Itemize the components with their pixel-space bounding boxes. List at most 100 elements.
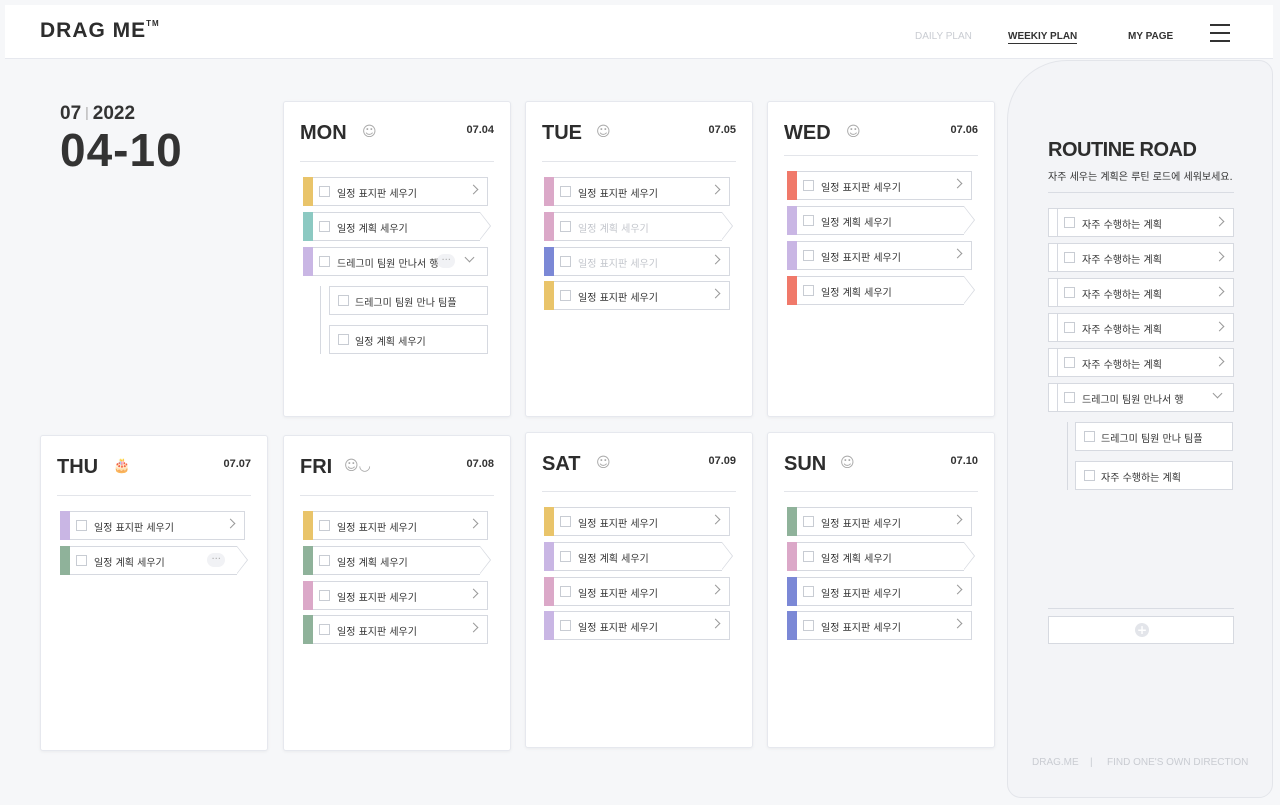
chevron-right-icon[interactable] [1214, 321, 1225, 332]
chevron-down-icon[interactable] [1212, 388, 1223, 399]
checkbox[interactable] [319, 221, 330, 232]
hamburger-menu-icon[interactable] [1210, 24, 1230, 42]
checkbox[interactable] [1064, 217, 1075, 228]
checkbox[interactable] [1064, 322, 1075, 333]
chevron-right-icon[interactable] [710, 184, 721, 195]
chevron-right-icon[interactable] [952, 248, 963, 259]
checkbox[interactable] [1064, 357, 1075, 368]
task-item[interactable]: 일정 계획 세우기 [787, 206, 975, 235]
checkbox[interactable] [803, 516, 814, 527]
task-item-expanded[interactable]: 드레그미 팀원 만나서 행 ··· [303, 247, 488, 276]
routine-item[interactable]: 자주 수행하는 계획 [1048, 243, 1234, 272]
checkbox[interactable] [560, 221, 571, 232]
subtask-item[interactable]: 드레그미 팀원 만나 팀플 [329, 286, 488, 315]
checkbox[interactable] [560, 586, 571, 597]
task-item[interactable]: 일정 표지판 세우기 [544, 507, 730, 536]
checkbox[interactable] [560, 186, 571, 197]
chevron-right-icon[interactable] [710, 254, 721, 265]
smile-emoji-icon[interactable]: ☺◡ [344, 458, 371, 474]
smile-emoji-icon[interactable]: ☺ [840, 455, 855, 471]
smile-emoji-icon[interactable]: ☺ [596, 455, 611, 471]
task-item[interactable]: 일정 표지판 세우기 [787, 171, 972, 200]
task-item[interactable]: 일정 표지판 세우기 [303, 581, 488, 610]
checkbox[interactable] [338, 295, 349, 306]
routine-item[interactable]: 자주 수행하는 계획 [1048, 278, 1234, 307]
chevron-right-icon[interactable] [468, 622, 479, 633]
checkbox[interactable] [560, 551, 571, 562]
routine-subitem[interactable]: 드레그미 팀원 만나 팀플 [1075, 422, 1233, 451]
smile-emoji-icon[interactable]: ☺ [846, 124, 861, 140]
task-item[interactable]: 일정 표지판 세우기 [303, 615, 488, 644]
nav-daily-plan[interactable]: DAILY PLAN [915, 31, 972, 42]
checkbox[interactable] [803, 285, 814, 296]
task-item[interactable]: 일정 표지판 세우기 [544, 247, 730, 276]
task-item[interactable]: 일정 표지판 세우기 [544, 281, 730, 310]
task-item[interactable]: 일정 표지판 세우기 [60, 511, 245, 540]
checkbox[interactable] [560, 290, 571, 301]
smile-emoji-icon[interactable]: ☺ [362, 124, 377, 140]
logo[interactable]: DRAG METM [40, 19, 160, 43]
task-item[interactable]: 일정 표지판 세우기 [544, 611, 730, 640]
chevron-right-icon[interactable] [1214, 216, 1225, 227]
more-dots-icon[interactable]: ··· [437, 254, 455, 268]
checkbox[interactable] [1064, 252, 1075, 263]
routine-item[interactable]: 자주 수행하는 계획 [1048, 348, 1234, 377]
chevron-right-icon[interactable] [710, 618, 721, 629]
routine-subitem[interactable]: 자주 수행하는 계획 [1075, 461, 1233, 490]
smile-emoji-icon[interactable]: ☺ [596, 124, 611, 140]
task-item[interactable]: 일정 표지판 세우기 [787, 241, 972, 270]
task-item[interactable]: 일정 계획 세우기 [544, 212, 733, 241]
chevron-right-icon[interactable] [468, 518, 479, 529]
checkbox[interactable] [1084, 431, 1095, 442]
task-item[interactable]: 일정 계획 세우기 [303, 546, 491, 575]
chevron-right-icon[interactable] [468, 184, 479, 195]
chevron-right-icon[interactable] [710, 514, 721, 525]
task-item[interactable]: 일정 표지판 세우기 [787, 507, 972, 536]
checkbox[interactable] [803, 215, 814, 226]
task-item[interactable]: 일정 계획 세우기 [303, 212, 491, 241]
checkbox[interactable] [1064, 392, 1075, 403]
checkbox[interactable] [319, 186, 330, 197]
chevron-right-icon[interactable] [1214, 251, 1225, 262]
routine-item[interactable]: 자주 수행하는 계획 [1048, 313, 1234, 342]
chevron-down-icon[interactable] [464, 252, 475, 263]
checkbox[interactable] [560, 620, 571, 631]
checkbox[interactable] [319, 256, 330, 267]
checkbox[interactable] [560, 256, 571, 267]
chevron-right-icon[interactable] [710, 288, 721, 299]
checkbox[interactable] [76, 520, 87, 531]
checkbox[interactable] [338, 334, 349, 345]
nav-my-page[interactable]: MY PAGE [1128, 31, 1173, 42]
checkbox[interactable] [319, 555, 330, 566]
checkbox[interactable] [803, 586, 814, 597]
checkbox[interactable] [76, 555, 87, 566]
checkbox[interactable] [803, 180, 814, 191]
checkbox[interactable] [1084, 470, 1095, 481]
chevron-right-icon[interactable] [952, 584, 963, 595]
chevron-right-icon[interactable] [1214, 286, 1225, 297]
birthday-cake-icon[interactable]: 🎂 [113, 458, 130, 474]
routine-item-expanded[interactable]: 드레그미 팀원 만나서 행 [1048, 383, 1234, 412]
chevron-right-icon[interactable] [468, 588, 479, 599]
task-item[interactable]: 일정 표지판 세우기 [544, 177, 730, 206]
task-item[interactable]: 일정 표지판 세우기 [303, 511, 488, 540]
task-item[interactable]: 일정 표지판 세우기 [787, 611, 972, 640]
add-routine-button[interactable]: + [1048, 616, 1234, 644]
checkbox[interactable] [1064, 287, 1075, 298]
checkbox[interactable] [803, 250, 814, 261]
nav-weekly-plan[interactable]: WEEKIY PLAN [1008, 31, 1078, 44]
checkbox[interactable] [319, 624, 330, 635]
subtask-item[interactable]: 일정 계획 세우기 [329, 325, 488, 354]
task-item[interactable]: 일정 계획 세우기 [787, 542, 975, 571]
routine-item[interactable]: 자주 수행하는 계획 [1048, 208, 1234, 237]
more-dots-icon[interactable]: ··· [207, 553, 225, 567]
checkbox[interactable] [803, 551, 814, 562]
checkbox[interactable] [560, 516, 571, 527]
chevron-right-icon[interactable] [1214, 356, 1225, 367]
task-item[interactable]: 일정 계획 세우기 [787, 276, 975, 305]
checkbox[interactable] [319, 520, 330, 531]
checkbox[interactable] [803, 620, 814, 631]
chevron-right-icon[interactable] [710, 584, 721, 595]
chevron-right-icon[interactable] [952, 514, 963, 525]
task-item[interactable]: 일정 표지판 세우기 [303, 177, 488, 206]
